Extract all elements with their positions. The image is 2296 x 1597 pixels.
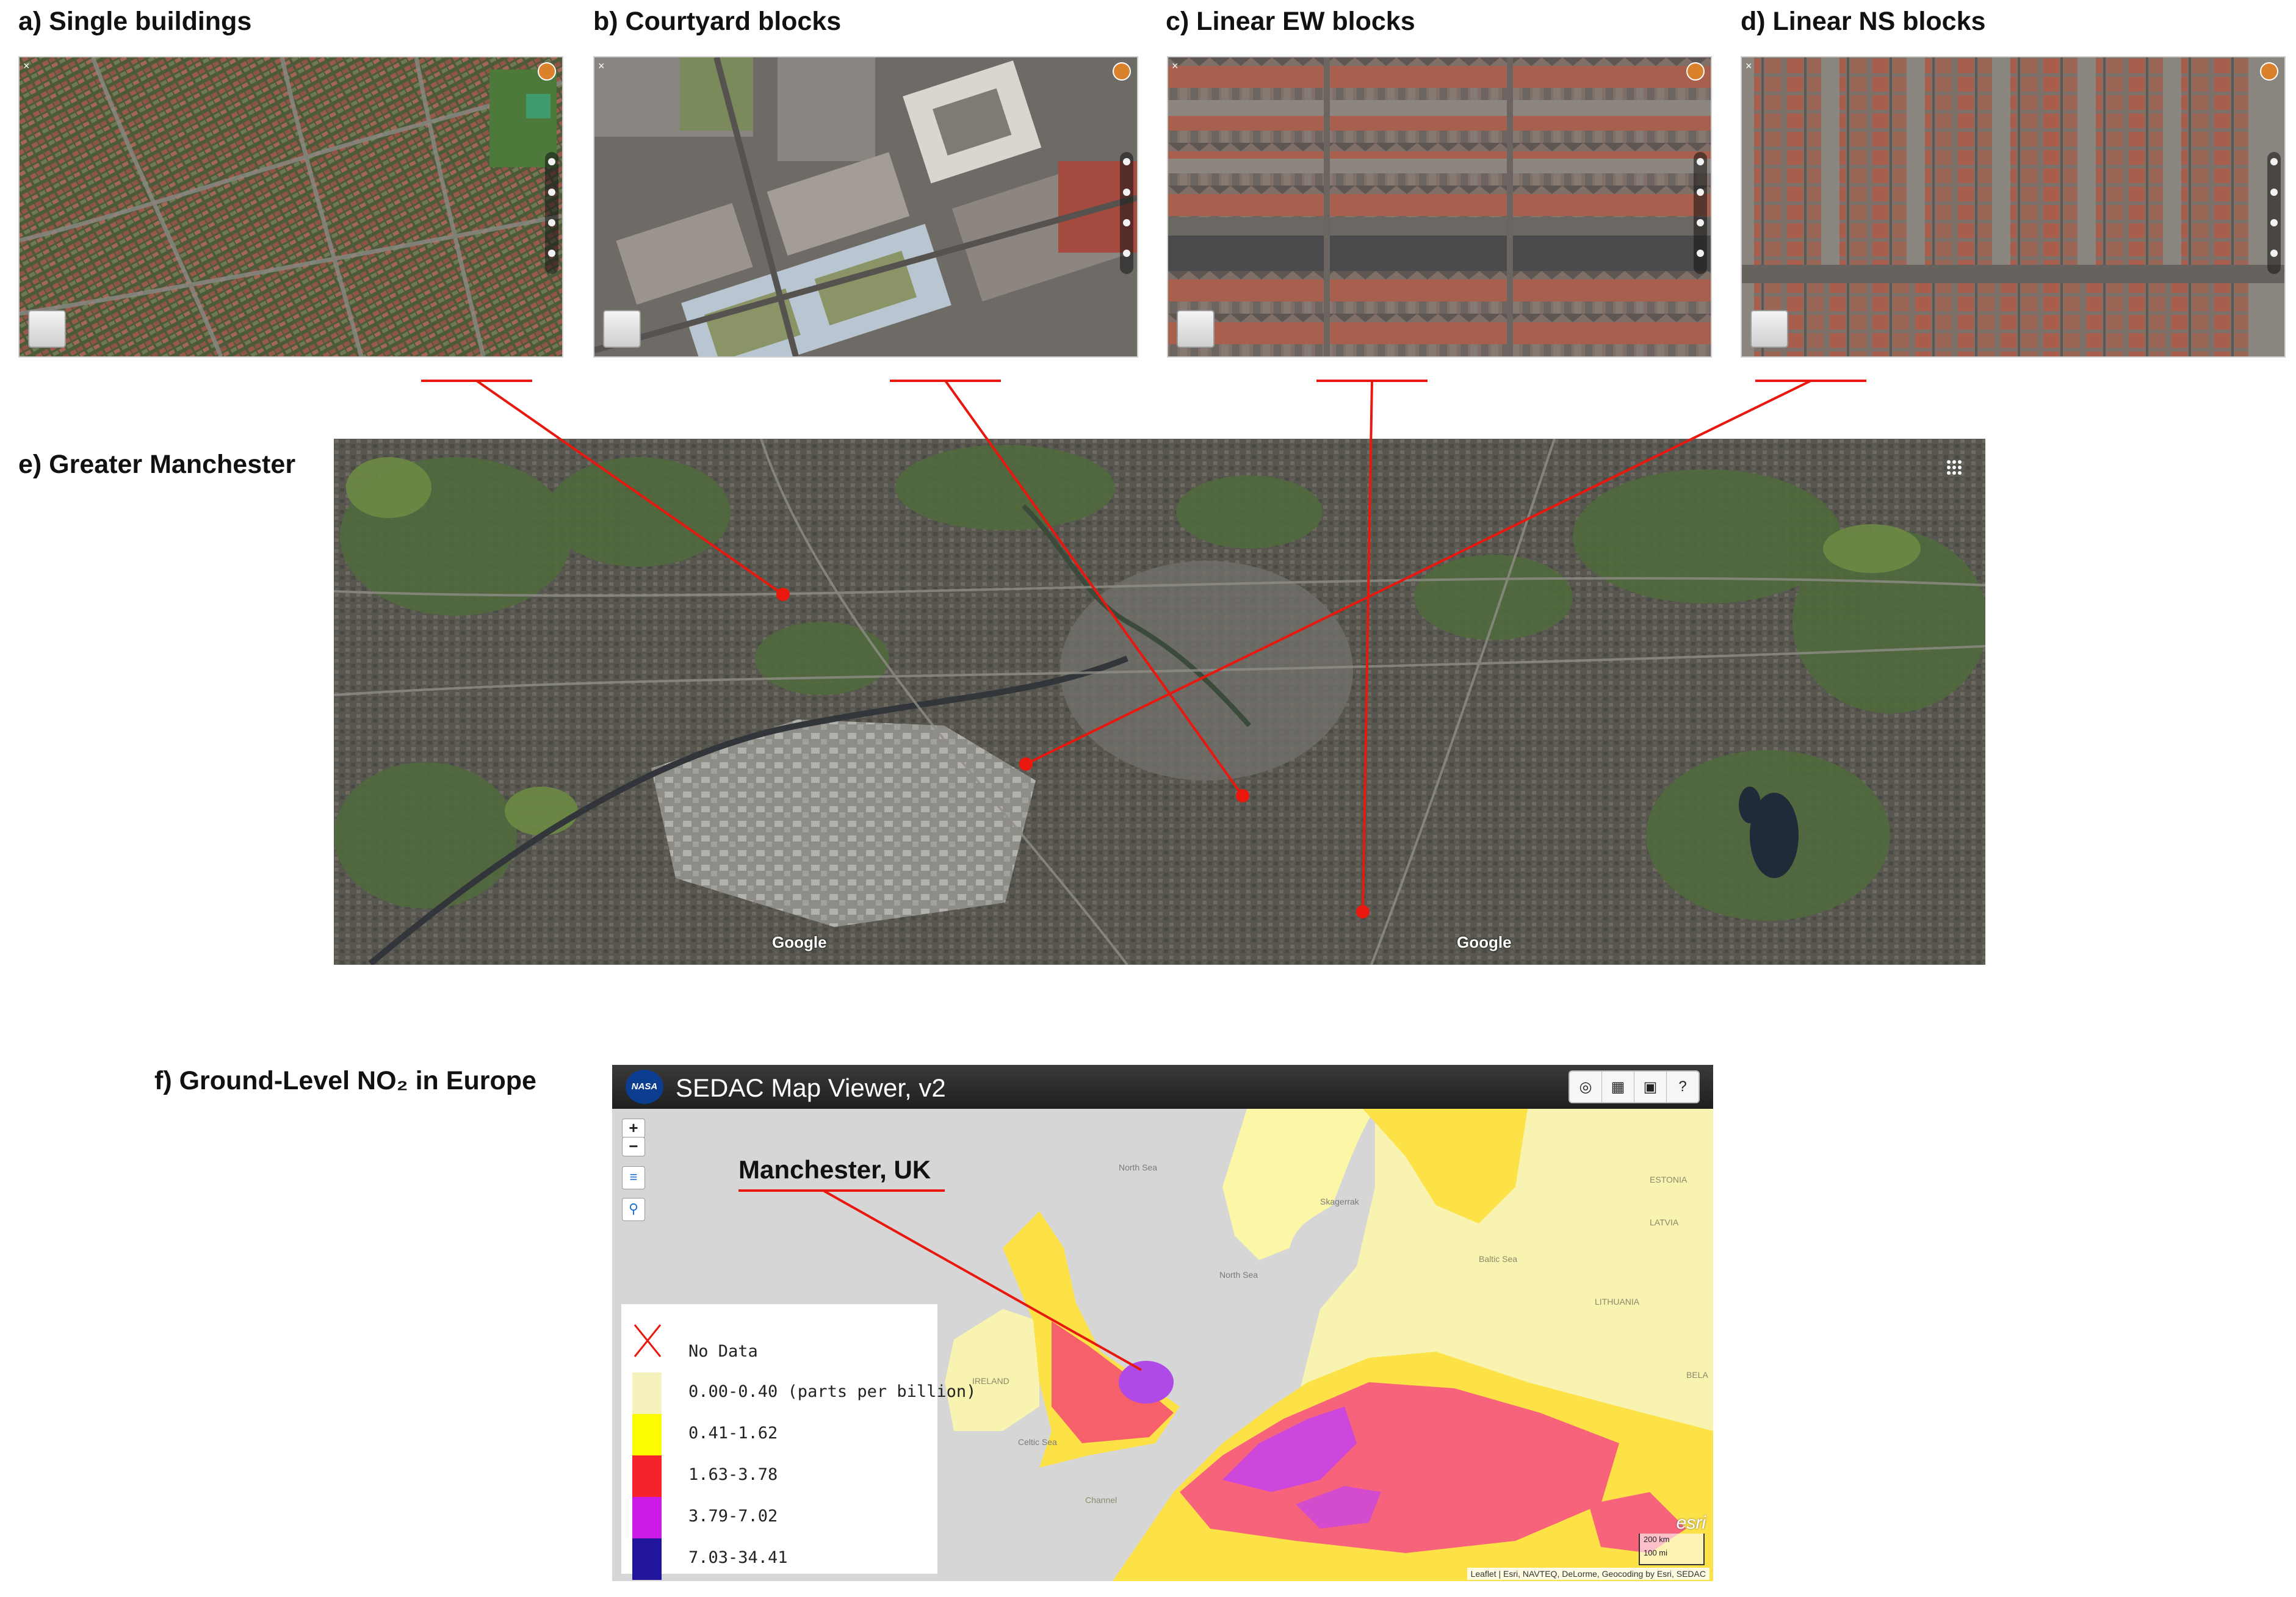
- sedac-map-viewer[interactable]: NASA SEDAC Map Viewer, v2 ◎ ▦ ▣ ? + − ≡ …: [612, 1065, 1713, 1581]
- legend-label: 7.03-34.41: [688, 1548, 788, 1567]
- place-label: LITHUANIA: [1595, 1297, 1640, 1307]
- image-icon[interactable]: ▣: [1634, 1072, 1667, 1102]
- layer-thumbnail-icon[interactable]: [603, 310, 641, 348]
- panel-a-title: a) Single buildings: [18, 7, 252, 36]
- map-controls[interactable]: [2267, 152, 2281, 274]
- map-controls[interactable]: [1120, 152, 1133, 274]
- close-icon[interactable]: ×: [1745, 60, 1752, 73]
- esri-logo: esri: [1676, 1513, 1706, 1533]
- place-label: BELA: [1686, 1370, 1708, 1380]
- legend-row: 0.41-1.62: [621, 1414, 937, 1455]
- zoom-in-button[interactable]: +: [622, 1119, 645, 1138]
- aerial-image-linear-ew-blocks: ×: [1167, 56, 1712, 358]
- legend-row: 1.63-3.78: [621, 1455, 937, 1497]
- help-icon[interactable]: ?: [1667, 1072, 1699, 1102]
- pegman-icon[interactable]: [1686, 62, 1705, 81]
- place-label: IRELAND: [972, 1376, 1009, 1386]
- pegman-icon[interactable]: [538, 62, 556, 81]
- panel-f-title: f) Ground-Level NO₂ in Europe: [154, 1066, 536, 1095]
- place-label: LATVIA: [1650, 1217, 1679, 1227]
- legend-swatch: [632, 1538, 662, 1580]
- close-icon[interactable]: ×: [1172, 60, 1179, 73]
- place-label: Channel: [1085, 1495, 1117, 1505]
- close-icon[interactable]: ×: [598, 60, 605, 73]
- place-label: Baltic Sea: [1479, 1254, 1518, 1264]
- legend-label: 0.00-0.40 (parts per billion): [688, 1382, 977, 1401]
- panel-d-title: d) Linear NS blocks: [1741, 7, 1986, 36]
- no-data-cross-icon: [634, 1324, 662, 1357]
- aerial-image-single-buildings: ×: [18, 56, 563, 358]
- nasa-logo: NASA: [626, 1070, 663, 1104]
- legend-no-data-label: No Data: [688, 1342, 758, 1361]
- pegman-icon[interactable]: [1113, 62, 1131, 81]
- aerial-image-linear-ns-blocks: ×: [1741, 56, 2286, 358]
- grid-icon[interactable]: ▦: [1602, 1072, 1634, 1102]
- legend-row: 7.03-34.41: [621, 1538, 937, 1580]
- panel-b-title: b) Courtyard blocks: [593, 7, 842, 36]
- place-label: ESTONIA: [1650, 1175, 1688, 1184]
- legend-swatch: [632, 1497, 662, 1538]
- place-label: North Sea: [1119, 1163, 1158, 1172]
- legend-row: 3.79-7.02: [621, 1497, 937, 1538]
- manchester-callout-label: Manchester, UK: [738, 1155, 931, 1184]
- search-icon[interactable]: ⚲: [622, 1198, 645, 1221]
- legend-swatch: [632, 1372, 662, 1414]
- legend: No Data 0.00-0.40 (parts per billion) 0.4…: [621, 1304, 976, 1580]
- layer-thumbnail-icon[interactable]: [28, 310, 66, 348]
- panel-e-title: e) Greater Manchester: [18, 450, 296, 479]
- layer-thumbnail-icon[interactable]: [1177, 310, 1215, 348]
- globe-icon[interactable]: ◎: [1570, 1072, 1602, 1102]
- place-label: North Sea: [1219, 1270, 1258, 1280]
- viewer-toolbar: NASA SEDAC Map Viewer, v2 ◎ ▦ ▣ ?: [612, 1065, 1713, 1109]
- apps-grid-icon[interactable]: [1946, 460, 1962, 475]
- zoom-out-button[interactable]: −: [622, 1137, 645, 1156]
- aerial-image-courtyard-blocks: ×: [593, 56, 1138, 358]
- google-watermark: Google: [1457, 933, 1512, 951]
- greater-manchester-satellite-map[interactable]: Google Google: [334, 439, 1985, 965]
- layer-thumbnail-icon[interactable]: [1750, 310, 1788, 348]
- place-label: Celtic Sea: [1018, 1437, 1057, 1447]
- close-icon[interactable]: ×: [23, 60, 30, 73]
- legend-row: 0.00-0.40 (parts per billion): [621, 1372, 976, 1414]
- legend-label: 3.79-7.02: [688, 1507, 778, 1526]
- place-label: Skagerrak: [1320, 1197, 1359, 1206]
- legend-label: 1.63-3.78: [688, 1465, 778, 1484]
- viewer-title: SEDAC Map Viewer, v2: [676, 1073, 946, 1102]
- legend-label: 0.41-1.62: [688, 1424, 778, 1443]
- map-attribution: Leaflet | Esri, NAVTEQ, DeLorme, Geocodi…: [1467, 1568, 1709, 1580]
- legend-swatch: [632, 1414, 662, 1455]
- legend-swatch: [632, 1455, 662, 1497]
- pegman-icon[interactable]: [2260, 62, 2278, 81]
- scale-bar: 200 km 100 mi: [1639, 1534, 1705, 1565]
- panel-c-title: c) Linear EW blocks: [1166, 7, 1415, 36]
- map-controls[interactable]: [545, 152, 558, 274]
- google-watermark: Google: [772, 933, 827, 951]
- map-controls[interactable]: [1694, 152, 1707, 274]
- layers-icon[interactable]: ≡: [622, 1166, 645, 1189]
